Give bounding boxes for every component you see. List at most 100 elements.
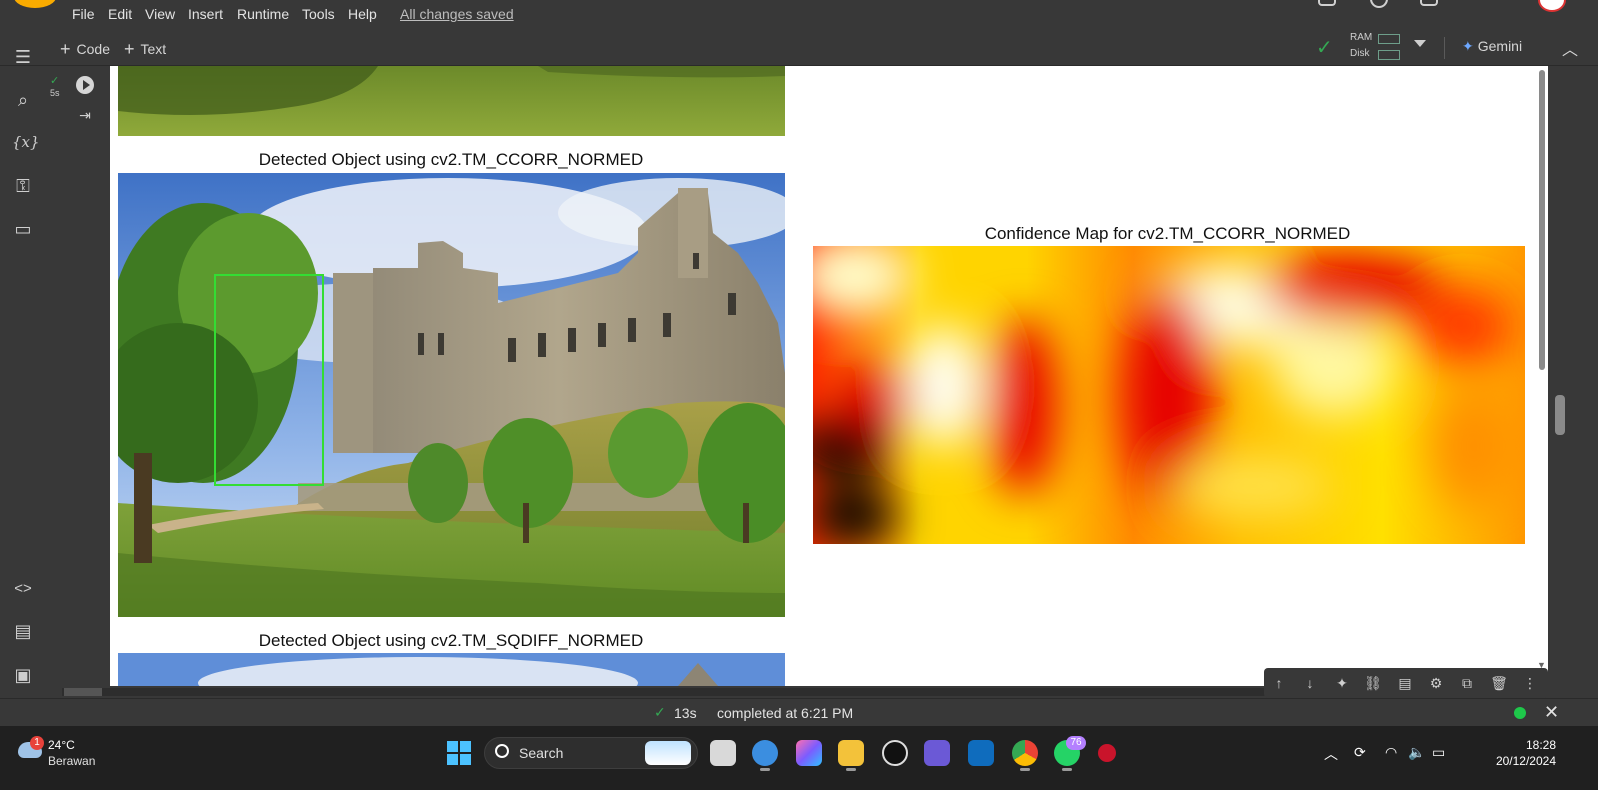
delete-icon[interactable]: 🗑 <box>1490 674 1508 692</box>
move-cell-down-icon[interactable]: ↓ <box>1301 674 1319 692</box>
cell-gutter <box>46 66 110 686</box>
next-detection-image <box>118 653 785 686</box>
wifi-icon[interactable]: ◠ <box>1385 744 1397 761</box>
status-elapsed: 13s <box>674 705 697 721</box>
weather-description[interactable]: Berawan <box>48 754 95 768</box>
search-icon <box>495 744 509 758</box>
collapse-header-icon[interactable]: ︿ <box>1562 36 1578 60</box>
edge-browser-icon[interactable] <box>752 740 778 766</box>
start-tile <box>460 754 471 765</box>
connected-check-icon[interactable]: ✓ <box>1316 35 1333 60</box>
gemini-star-icon: ✦ <box>1462 38 1474 54</box>
tray-overflow-chevron-icon[interactable]: ︿ <box>1324 744 1338 764</box>
comments-icon[interactable] <box>1318 0 1336 6</box>
notebook-scroll-thumb[interactable] <box>1555 395 1565 435</box>
save-status-link[interactable]: All changes saved <box>400 6 514 22</box>
bug-app-icon[interactable] <box>1098 744 1116 762</box>
search-label: Search <box>519 745 564 761</box>
menu-file[interactable]: File <box>72 6 95 22</box>
colab-logo[interactable] <box>14 0 56 8</box>
gemini-label: Gemini <box>1477 38 1523 54</box>
menu-tools[interactable]: Tools <box>302 6 335 22</box>
left-sidebar: ☰ ⌕ {x} ⚿ ▭ <> ▤ ▣ <box>0 47 46 706</box>
add-text-button[interactable]: + Text <box>124 38 166 59</box>
command-palette-icon[interactable]: ▤ <box>12 620 34 642</box>
weather-temperature[interactable]: 24°C <box>48 738 75 752</box>
confidence-map-title: Confidence Map for cv2.TM_CCORR_NORMED <box>984 224 1351 243</box>
chrome-icon[interactable] <box>1012 740 1038 766</box>
close-icon[interactable]: ✕ <box>1544 702 1559 723</box>
whatsapp-running-indicator <box>1062 768 1072 771</box>
avatar[interactable] <box>1538 0 1566 12</box>
run-success-check-icon: ✓ <box>50 75 60 87</box>
clock-date[interactable]: 20/12/2024 <box>1466 754 1556 768</box>
explorer-running-indicator <box>846 768 856 771</box>
confidence-heatmap <box>813 246 1525 544</box>
toolbar-divider <box>1444 37 1445 59</box>
ram-meter[interactable] <box>1378 34 1400 44</box>
add-code-label: Code <box>76 41 110 57</box>
start-tile <box>447 741 458 752</box>
menu-insert[interactable]: Insert <box>188 6 223 22</box>
menu-help[interactable]: Help <box>348 6 377 22</box>
move-cell-up-icon[interactable]: ↑ <box>1270 674 1288 692</box>
notebook-toolbar: + Code + Text ✓ RAM Disk ✦ Gemini ︿ <box>0 30 1598 66</box>
variables-icon[interactable]: {x} <box>12 131 40 153</box>
add-text-label: Text <box>140 41 167 57</box>
run-cell-button[interactable] <box>76 76 94 94</box>
windows-start-icon[interactable] <box>447 741 471 765</box>
output-scroll-thumb[interactable] <box>1539 70 1545 370</box>
app-launcher-icon[interactable] <box>924 740 950 766</box>
resources-dropdown-icon[interactable] <box>1414 40 1426 47</box>
chrome-running-indicator <box>1020 768 1030 771</box>
add-code-button[interactable]: + Code <box>60 38 110 59</box>
clock-time[interactable]: 18:28 <box>1500 738 1556 752</box>
search-icon[interactable]: ⌕ <box>12 89 34 111</box>
run-duration: 5s <box>50 88 60 98</box>
edge-running-indicator <box>760 768 770 771</box>
horizontal-scroll-thumb[interactable] <box>64 688 102 696</box>
share-icon[interactable] <box>1420 0 1438 6</box>
file-explorer-icon[interactable] <box>838 740 864 766</box>
battery-icon[interactable]: ▭ <box>1432 744 1445 761</box>
status-check-icon: ✓ <box>654 704 666 720</box>
task-view-icon[interactable] <box>710 740 736 766</box>
status-completed[interactable]: completed at 6:21 PM <box>717 705 853 721</box>
disk-meter[interactable] <box>1378 50 1400 60</box>
taskbar-search[interactable]: Search <box>484 737 698 769</box>
gemini-sparkle-icon[interactable]: ✦ <box>1333 674 1351 692</box>
gemini-button[interactable]: ✦ Gemini <box>1462 38 1522 55</box>
terminal-icon[interactable]: ▣ <box>12 664 34 686</box>
volume-icon[interactable]: 🔈 <box>1408 744 1425 761</box>
weather-badge: 1 <box>30 736 44 750</box>
table-of-contents-icon[interactable]: ☰ <box>12 46 34 68</box>
start-tile <box>447 754 458 765</box>
comment-icon[interactable]: ▤ <box>1396 674 1414 692</box>
secrets-key-icon[interactable]: ⚿ <box>12 175 34 197</box>
settings-icon[interactable] <box>1370 0 1388 8</box>
ram-label: RAM <box>1350 32 1373 43</box>
plus-icon: + <box>60 39 71 59</box>
menu-view[interactable]: View <box>145 6 175 22</box>
sqdiff-detected-object-title: Detected Object using cv2.TM_SQDIFF_NORM… <box>258 631 644 650</box>
status-bar: ✓ 13s completed at 6:21 PM ✕ <box>0 698 1598 726</box>
outlook-icon[interactable] <box>968 740 994 766</box>
detected-object-title: Detected Object using cv2.TM_CCORR_NORME… <box>258 150 644 169</box>
menu-bar: File Edit View Insert Runtime Tools Help… <box>0 0 1598 30</box>
menu-runtime[interactable]: Runtime <box>237 6 289 22</box>
sync-icon[interactable]: ⟳ <box>1354 744 1366 761</box>
detection-bounding-box <box>214 274 324 486</box>
connection-status-dot <box>1514 707 1526 719</box>
output-actions-icon[interactable]: ⇥ <box>74 106 96 124</box>
dell-icon[interactable] <box>882 740 908 766</box>
gear-icon[interactable]: ⚙ <box>1427 674 1445 692</box>
code-snippets-icon[interactable]: <> <box>12 578 34 600</box>
cell-output: Detected Object using cv2.TM_CCORR_NORME… <box>110 66 1536 686</box>
menu-edit[interactable]: Edit <box>108 6 132 22</box>
copilot-icon[interactable] <box>796 740 822 766</box>
windows-taskbar: 1 24°C Berawan Search 76 ︿ ⟳ ◠ 🔈 ▭ 18:28… <box>0 726 1598 790</box>
link-icon[interactable]: ⛓ <box>1364 674 1382 692</box>
mirror-cell-icon[interactable]: ⧉ <box>1458 674 1476 692</box>
more-vert-icon[interactable]: ⋮ <box>1521 674 1539 692</box>
files-folder-icon[interactable]: ▭ <box>12 218 34 240</box>
